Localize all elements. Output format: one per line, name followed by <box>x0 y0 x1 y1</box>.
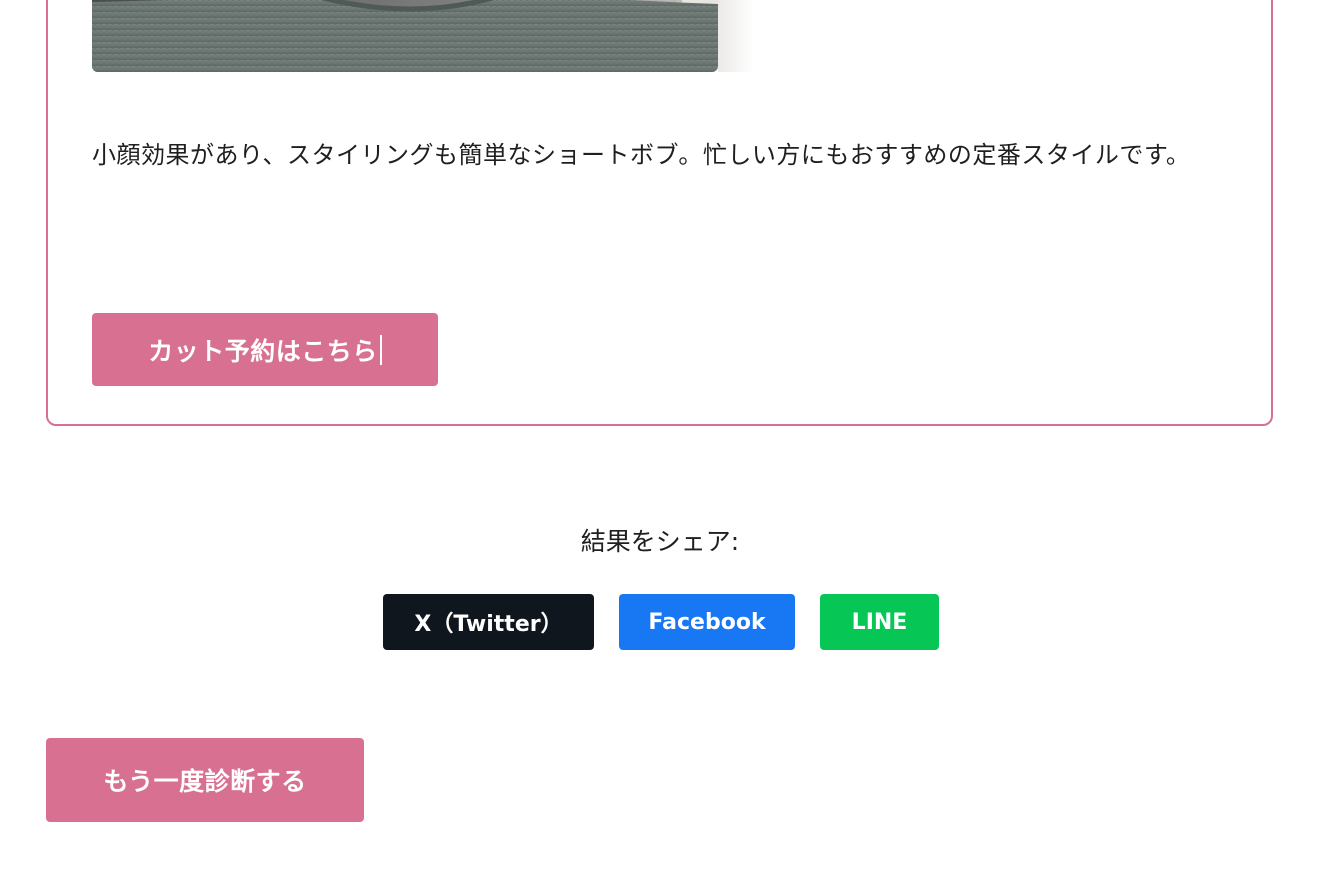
share-buttons: X（Twitter） Facebook LINE <box>0 594 1320 650</box>
share-line-button[interactable]: LINE <box>820 594 939 650</box>
diagnosis-result-page: 小顔効果があり、スタイリングも簡単なショートボブ。忙しい方にもおすすめの定番スタ… <box>0 0 1320 880</box>
share-facebook-button[interactable]: Facebook <box>619 594 795 650</box>
cut-reservation-button[interactable]: カット予約はこちら <box>92 313 438 386</box>
hairstyle-description: 小顔効果があり、スタイリングも簡単なショートボブ。忙しい方にもおすすめの定番スタ… <box>92 141 1191 169</box>
photo-edge-fade <box>718 0 754 72</box>
text-cursor <box>379 334 382 365</box>
hairstyle-photo <box>92 0 718 72</box>
cut-reservation-label: カット予約はこちら <box>148 336 378 366</box>
share-heading: 結果をシェア: <box>580 527 740 556</box>
retry-diagnosis-button[interactable]: もう一度診断する <box>46 738 364 822</box>
result-card: 小顔効果があり、スタイリングも簡単なショートボブ。忙しい方にもおすすめの定番スタ… <box>46 0 1273 426</box>
share-x-button[interactable]: X（Twitter） <box>383 594 594 650</box>
